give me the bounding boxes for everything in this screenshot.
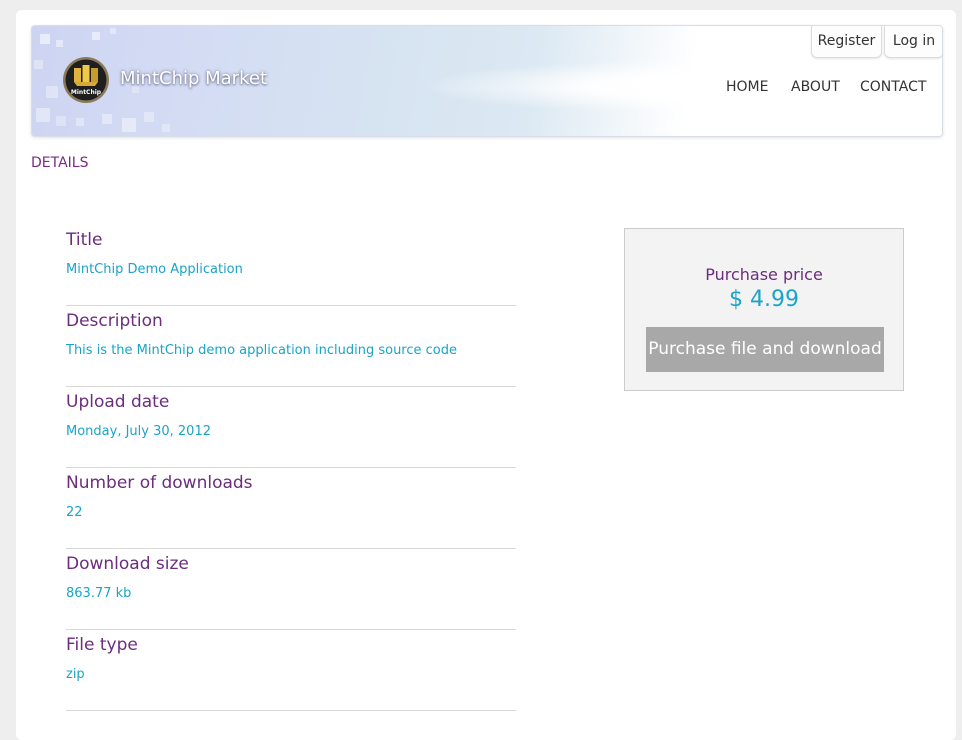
- nav-about[interactable]: ABOUT: [791, 79, 840, 95]
- page-breadcrumb: DETAILS: [31, 155, 89, 171]
- purchase-price-value: $ 4.99: [729, 287, 799, 312]
- detail-value: Monday, July 30, 2012: [66, 424, 211, 439]
- purchase-price-label: Purchase price: [705, 265, 823, 284]
- detail-label: Number of downloads: [66, 473, 253, 493]
- details-list: Title MintChip Demo Application Descript…: [66, 225, 516, 711]
- detail-row-description: Description This is the MintChip demo ap…: [66, 306, 516, 387]
- register-link[interactable]: Register: [811, 26, 882, 58]
- detail-row-downloads: Number of downloads 22: [66, 468, 516, 549]
- detail-value: MintChip Demo Application: [66, 262, 243, 277]
- mintchip-logo: MintChip: [63, 57, 109, 103]
- detail-label: Description: [66, 311, 163, 331]
- svg-text:MintChip: MintChip: [71, 89, 102, 96]
- detail-label: Title: [66, 230, 103, 250]
- purchase-panel: Purchase price $ 4.99 Purchase file and …: [624, 228, 904, 391]
- detail-value: 22: [66, 505, 83, 520]
- site-header: MintChip MintChip Market Register Log in…: [31, 25, 943, 137]
- detail-label: File type: [66, 635, 138, 655]
- purchase-download-button[interactable]: Purchase file and download: [646, 327, 884, 372]
- detail-row-file-type: File type zip: [66, 630, 516, 711]
- detail-row-title: Title MintChip Demo Application: [66, 225, 516, 306]
- detail-value: This is the MintChip demo application in…: [66, 343, 457, 358]
- login-link[interactable]: Log in: [884, 26, 942, 58]
- site-title[interactable]: MintChip Market: [120, 68, 267, 89]
- nav-contact[interactable]: CONTACT: [860, 79, 926, 95]
- detail-row-upload-date: Upload date Monday, July 30, 2012: [66, 387, 516, 468]
- page-container: MintChip MintChip Market Register Log in…: [16, 10, 956, 740]
- nav-home[interactable]: HOME: [726, 79, 768, 95]
- detail-value: zip: [66, 667, 85, 682]
- detail-value: 863.77 kb: [66, 586, 132, 601]
- detail-row-download-size: Download size 863.77 kb: [66, 549, 516, 630]
- detail-label: Upload date: [66, 392, 170, 412]
- detail-label: Download size: [66, 554, 189, 574]
